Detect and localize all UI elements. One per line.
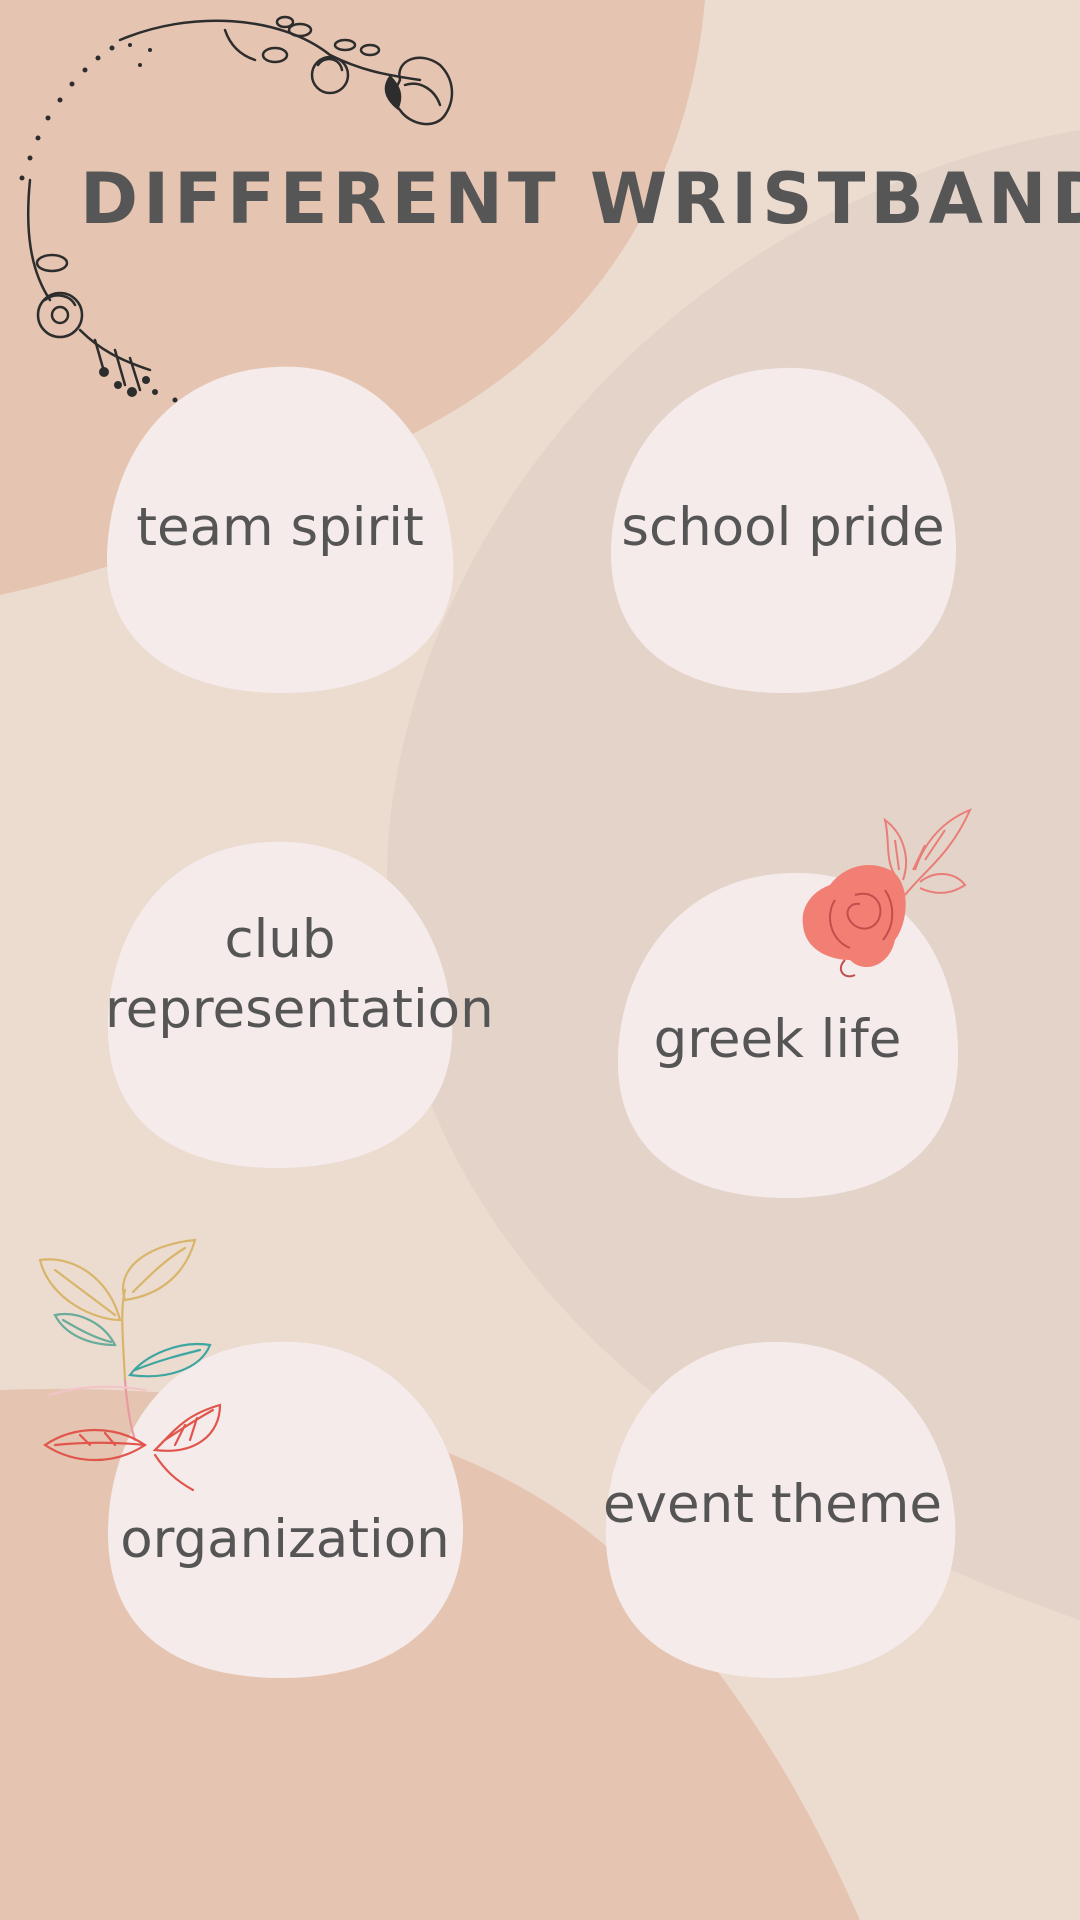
wristband-label: event theme xyxy=(603,1474,943,1535)
wristband-card-team-spirit: team spirit xyxy=(105,365,455,695)
wristband-card-event-theme: event theme xyxy=(603,1340,958,1680)
leaves-icon xyxy=(38,1238,222,1492)
wristband-card-club-representation: club representation xyxy=(105,840,494,1170)
wristband-label-line2: representation xyxy=(105,979,494,1040)
wristband-label: team spirit xyxy=(136,497,424,558)
wristband-label: greek life xyxy=(653,1009,902,1070)
rose-icon xyxy=(802,808,972,978)
wristband-label-line1: club xyxy=(224,909,336,970)
wristband-label: organization xyxy=(120,1509,450,1570)
page-title: DIFFERENT WRISTBANDS xyxy=(80,158,1080,240)
story-canvas: DIFFERENT WRISTBANDS team spirit school … xyxy=(0,0,1080,1920)
wristband-label: school pride xyxy=(621,497,945,558)
wristband-card-school-pride: school pride xyxy=(608,365,958,695)
